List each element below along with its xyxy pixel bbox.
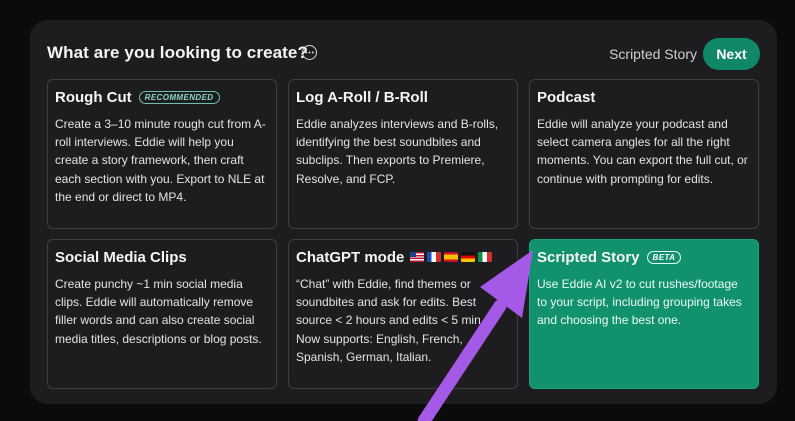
card-description: Create a 3–10 minute rough cut from A-ro… <box>55 117 266 204</box>
card-description: “Chat” with Eddie, find themes or soundb… <box>296 277 485 364</box>
card-chatgpt-mode[interactable]: ChatGPT mode “Chat” with Eddie, find the… <box>288 239 518 389</box>
card-social-media-clips[interactable]: Social Media Clips Create punchy ~1 min … <box>47 239 277 389</box>
fr-flag-icon <box>427 252 442 262</box>
card-log-aroll-broll[interactable]: Log A-Roll / B-Roll Eddie analyzes inter… <box>288 79 518 229</box>
card-title: Scripted Story <box>537 248 640 266</box>
more-horizontal-circle-icon[interactable] <box>302 45 317 60</box>
es-flag-icon <box>444 252 459 262</box>
card-description: Eddie will analyze your podcast and sele… <box>537 117 748 186</box>
card-title: Podcast <box>537 88 596 106</box>
language-flags <box>410 252 493 262</box>
dialog-header: What are you looking to create? Scripted… <box>47 38 760 70</box>
card-title: Log A-Roll / B-Roll <box>296 88 428 106</box>
card-title-row: Scripted Story BETA <box>537 247 751 267</box>
card-title-row: Podcast <box>537 87 751 107</box>
card-rough-cut[interactable]: Rough Cut RECOMMENDED Create a 3–10 minu… <box>47 79 277 229</box>
it-flag-icon <box>478 252 493 262</box>
card-title: Social Media Clips <box>55 248 187 266</box>
card-title-row: Social Media Clips <box>55 247 269 267</box>
card-title-row: Log A-Roll / B-Roll <box>296 87 510 107</box>
card-description: Create punchy ~1 min social media clips.… <box>55 277 262 346</box>
card-title: Rough Cut <box>55 88 132 106</box>
next-button[interactable]: Next <box>703 38 760 70</box>
card-title-row: Rough Cut RECOMMENDED <box>55 87 269 107</box>
us-flag-icon <box>410 252 425 262</box>
card-description: Eddie analyzes interviews and B-rolls, i… <box>296 117 499 186</box>
de-flag-icon <box>461 252 476 262</box>
card-title-row: ChatGPT mode <box>296 247 510 267</box>
card-scripted-story[interactable]: Scripted Story BETA Use Eddie AI v2 to c… <box>529 239 759 389</box>
create-type-dialog: What are you looking to create? Scripted… <box>30 20 777 404</box>
card-title: ChatGPT mode <box>296 248 405 266</box>
selected-type-label: Scripted Story <box>609 46 697 62</box>
dialog-title: What are you looking to create? <box>47 43 308 62</box>
recommended-badge: RECOMMENDED <box>138 90 220 104</box>
card-description: Use Eddie AI v2 to cut rushes/footage to… <box>537 277 742 328</box>
card-podcast[interactable]: Podcast Eddie will analyze your podcast … <box>529 79 759 229</box>
beta-badge: BETA <box>646 250 682 264</box>
